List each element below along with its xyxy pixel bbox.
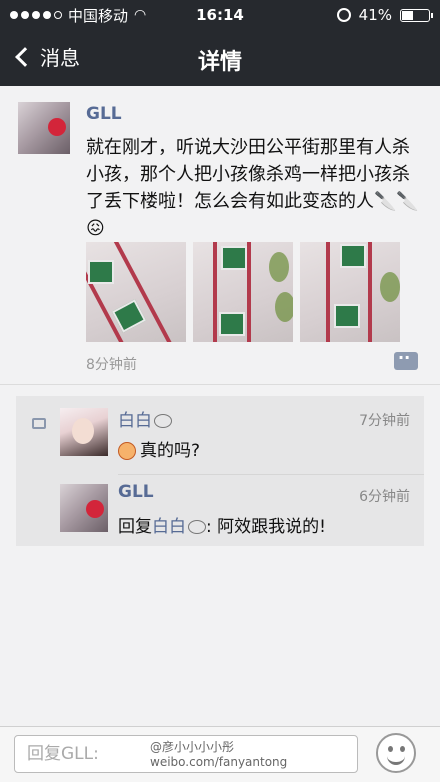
status-bar: 中国移动 ◠ 16:14 41% [0,0,440,30]
post-photo-2[interactable] [193,242,293,342]
commenter-name[interactable]: GLL [118,482,154,502]
comment-item[interactable]: GLL 6分钟前 回复白白: 阿效跟我说的! [16,472,424,548]
wifi-icon: ◠ [134,7,147,23]
emoji-icon[interactable] [376,733,416,773]
post-time: 8分钟前 [86,357,137,373]
battery-icon [400,8,433,22]
comment-time: 7分钟前 [359,413,410,429]
back-button[interactable]: 消息 [12,42,80,71]
speech-bubble-icon [154,414,172,428]
speech-bubble-icon [188,520,206,534]
reply-input[interactable] [14,735,358,773]
post-photo-3[interactable] [300,242,400,342]
comment-time: 6分钟前 [359,489,410,505]
commenter-avatar[interactable] [60,408,108,456]
detail-content: GLL 就在刚才，听说大沙田公平街那里有人杀小孩，那个人把小孩像杀鸡一样把小孩杀… [0,86,440,726]
post-text: 就在刚才，听说大沙田公平街那里有人杀小孩，那个人把小孩像杀鸡一样把小孩杀了丢下楼… [86,137,419,239]
angry-emoji-icon [118,442,136,460]
comment-text: 真的吗? [118,436,200,461]
battery-level [402,10,413,20]
lock-rotation-icon [336,8,351,22]
comment-text: 回复白白: 阿效跟我说的! [118,517,326,537]
comment-item[interactable]: 白白 7分钟前 真的吗? [16,396,424,475]
battery-percent: 41% [358,6,392,24]
post-photo-1[interactable] [86,242,186,342]
author-avatar[interactable] [18,102,70,154]
navigation-bar: 消息 详情 [0,30,440,86]
carrier-name: 中国移动 [68,6,129,25]
back-label: 消息 [40,46,80,70]
moment-post: GLL 就在刚才，听说大沙田公平街那里有人杀小孩，那个人把小孩像杀鸡一样把小孩杀… [0,86,440,386]
reply-bar [0,726,440,782]
divider [0,384,440,385]
author-name[interactable]: GLL [86,104,122,124]
commenter-avatar[interactable] [60,484,108,532]
back-chevron-icon [15,46,35,67]
comments-section: 白白 7分钟前 真的吗? GLL 6分钟前 回复白白: 阿效跟我说的! [16,396,424,546]
signal-strength-icon [10,11,62,19]
photo-grid [86,242,400,342]
comment-action-button[interactable] [394,348,418,370]
commenter-name[interactable]: 白白 [118,406,172,431]
